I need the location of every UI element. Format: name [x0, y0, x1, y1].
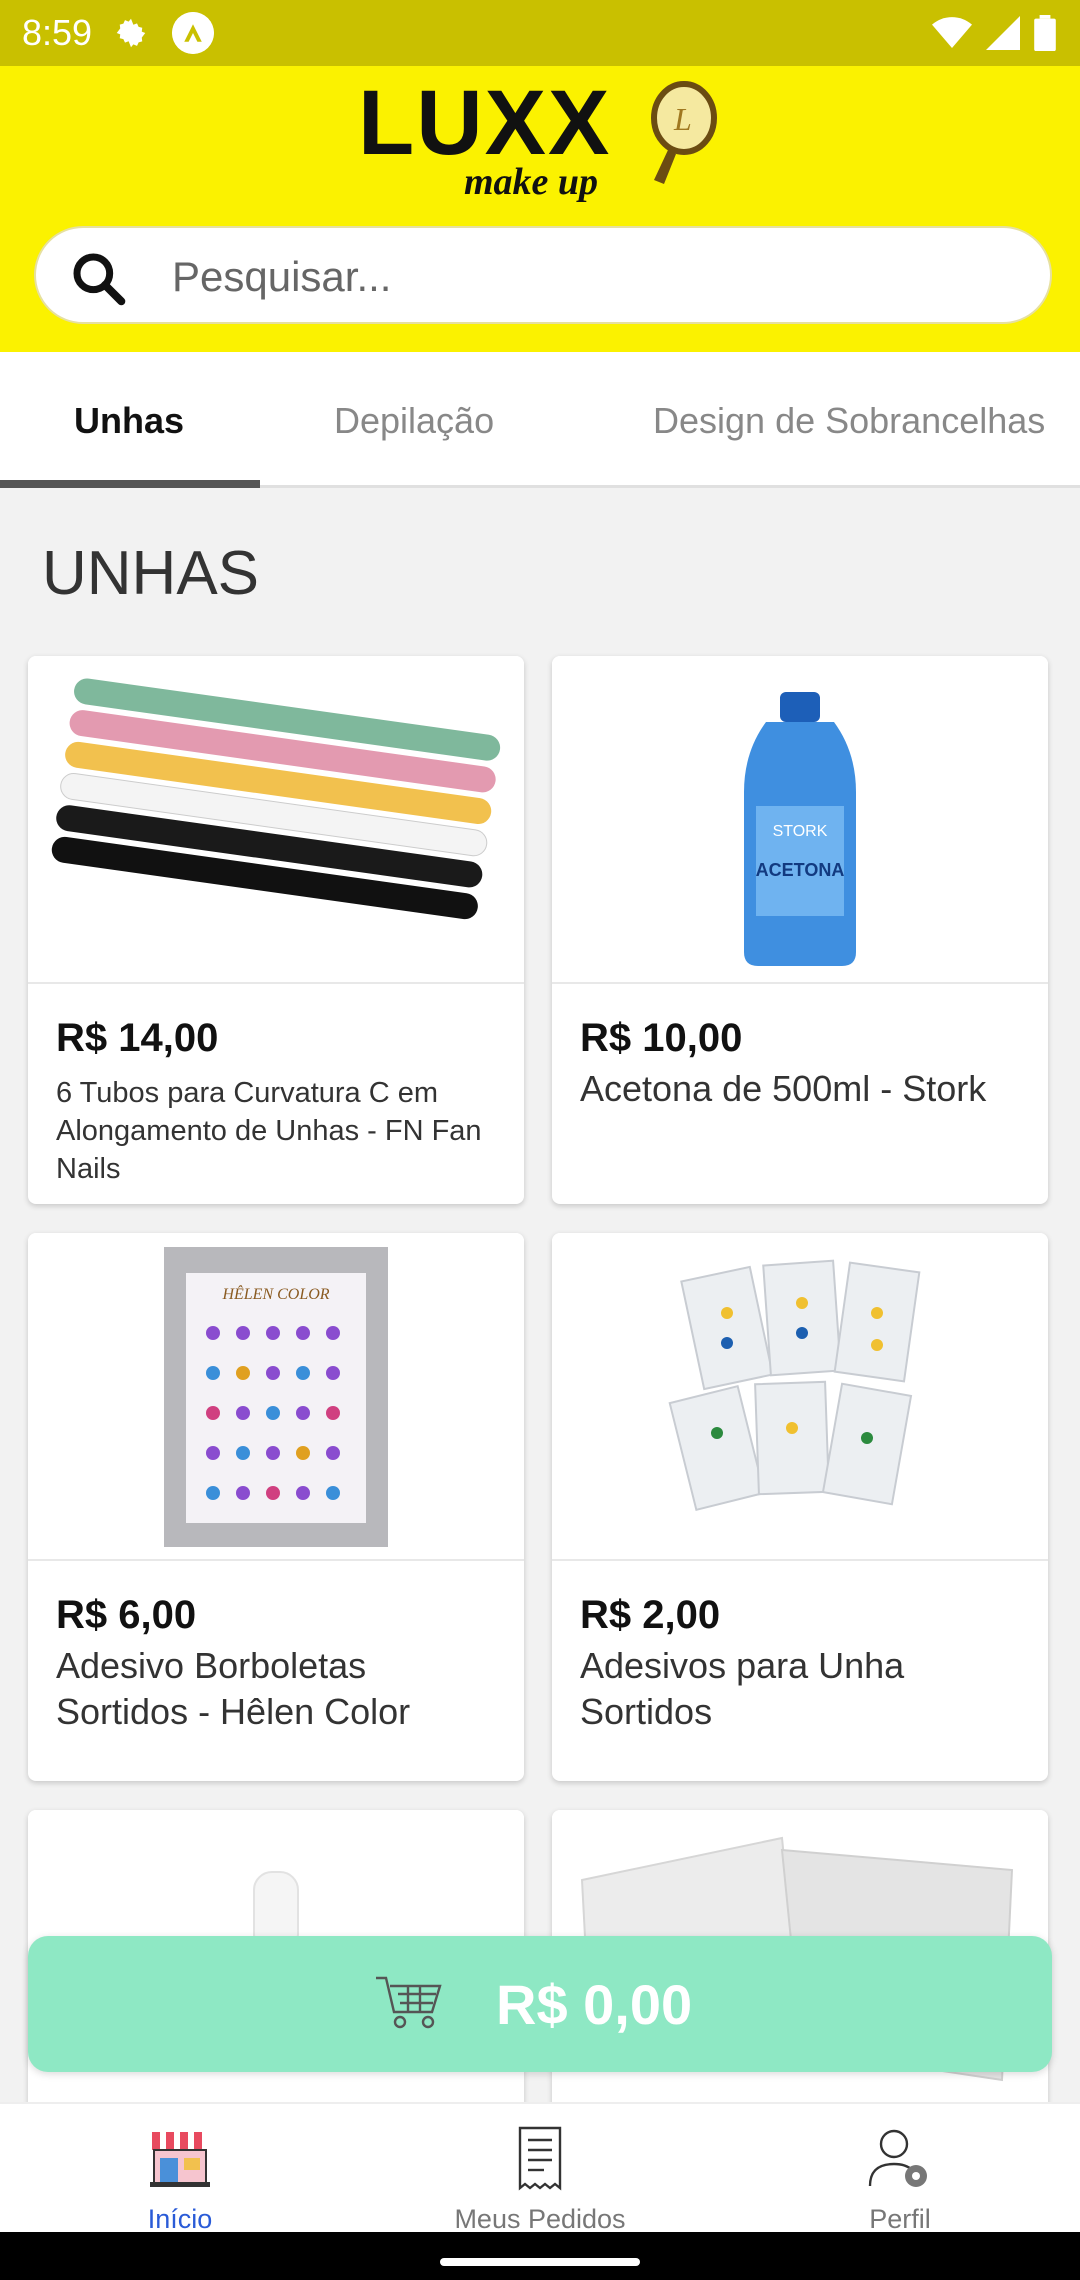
tab-design-de-sobrancelhas[interactable]: Design de Sobrancelhas [653, 400, 1045, 442]
nav-meus-pedidos[interactable]: Meus Pedidos [410, 2122, 670, 2235]
nav-label: Início [147, 2204, 213, 2234]
store-icon [150, 2132, 210, 2187]
cart-total-bar[interactable]: R$ 0,00 [28, 1936, 1052, 2072]
nav-label: Perfil [869, 2204, 931, 2234]
settings-icon [116, 18, 146, 48]
svg-text:HÊLEN COLOR: HÊLEN COLOR [221, 1284, 329, 1303]
nail-stickers-image [668, 1259, 921, 1512]
product-card[interactable]: ACETONA STORK R$ 10,00 Acetona de 500ml … [552, 656, 1048, 1204]
search-icon[interactable] [70, 250, 126, 306]
product-image[interactable]: ACETONA STORK [552, 656, 1048, 984]
app-notification-icon [172, 12, 214, 54]
product-price: R$ 14,00 [56, 1016, 219, 1060]
butterfly-stickers-image: HÊLEN COLOR [164, 1247, 388, 1547]
bottom-navigation: Início Meus Pedidos Perfil [0, 2102, 1080, 2235]
tab-unhas[interactable]: Unhas [74, 400, 184, 442]
app-header: LUXX make up L [0, 66, 1080, 352]
cart-total: R$ 0,00 [496, 1973, 693, 2036]
product-card[interactable]: R$ 2,00 Adesivos para Unha Sortidos [552, 1233, 1048, 1781]
tab-depilacao[interactable]: Depilação [334, 400, 494, 442]
svg-text:LUXX: LUXX [358, 76, 611, 174]
search-bar[interactable] [34, 226, 1052, 324]
wifi-icon [932, 17, 972, 48]
product-price: R$ 10,00 [580, 1016, 743, 1060]
receipt-icon [518, 2126, 562, 2191]
system-gesture-area [0, 2232, 1080, 2280]
section-title: UNHAS [42, 539, 260, 608]
product-name: Adesivos para Unha Sortidos [580, 1645, 905, 1732]
nail-tubes-image [51, 678, 501, 920]
active-tab-indicator [0, 480, 260, 488]
user-settings-icon [868, 2129, 927, 2187]
category-tabs: Unhas Depilação Design de Sobrancelhas [0, 352, 1080, 488]
product-name: 6 Tubos para Curvatura C em Alongamento … [56, 1077, 482, 1185]
status-time: 8:59 [22, 12, 93, 53]
product-name: Adesivo Borboletas Sortidos - Hêlen Colo… [56, 1645, 411, 1732]
shopping-cart-icon [376, 1976, 442, 2029]
product-price: R$ 2,00 [580, 1593, 721, 1637]
search-input[interactable] [172, 242, 1012, 312]
home-gesture-bar[interactable] [440, 2258, 640, 2266]
svg-text:ACETONA: ACETONA [756, 860, 845, 880]
product-name: Acetona de 500ml - Stork [580, 1068, 987, 1109]
product-image[interactable]: HÊLEN COLOR [28, 1233, 524, 1561]
status-bar: 8:59 [0, 0, 1080, 66]
signal-icon [986, 16, 1020, 50]
svg-text:make up: make up [464, 161, 598, 203]
svg-text:STORK: STORK [773, 823, 828, 840]
product-price: R$ 6,00 [56, 1593, 197, 1637]
luxx-logo: LUXX make up L [358, 76, 717, 203]
product-card[interactable]: R$ 14,00 6 Tubos para Curvatura C em Alo… [28, 656, 524, 1204]
svg-text:L: L [673, 101, 692, 137]
battery-icon [1034, 15, 1056, 51]
nav-inicio[interactable]: Início [50, 2122, 310, 2235]
product-image[interactable] [28, 656, 524, 984]
acetone-bottle-image: ACETONA STORK [744, 692, 856, 966]
product-card[interactable]: HÊLEN COLOR R$ 6,00 Adesivo Borboletas S… [28, 1233, 524, 1781]
product-image[interactable] [552, 1233, 1048, 1561]
status-icons [932, 14, 1056, 52]
nav-perfil[interactable]: Perfil [770, 2122, 1030, 2235]
nav-label: Meus Pedidos [454, 2204, 626, 2234]
